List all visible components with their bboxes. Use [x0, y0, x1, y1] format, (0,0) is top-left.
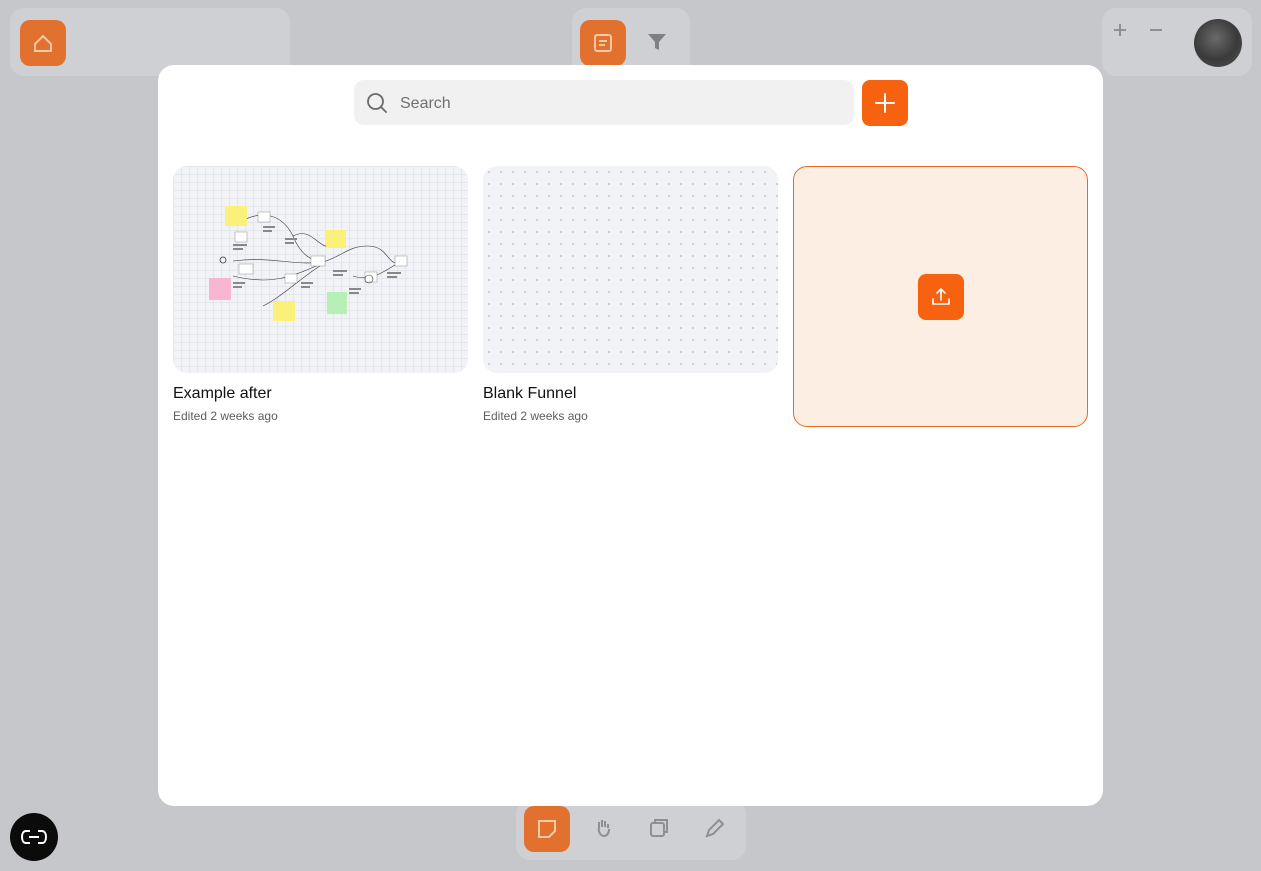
hand-icon[interactable] [592, 816, 616, 845]
sticky-note-icon[interactable] [524, 806, 570, 852]
avatar[interactable] [1194, 19, 1242, 67]
pencil-icon[interactable] [703, 816, 727, 845]
board-card-blank-funnel[interactable]: Blank Funnel Edited 2 weeks ago [483, 166, 778, 423]
board-title[interactable]: Example after [173, 385, 468, 403]
boards-modal: Example after Edited 2 weeks ago Blank F… [158, 65, 1103, 806]
plus-icon[interactable] [1112, 22, 1128, 43]
add-board-button[interactable] [862, 80, 908, 126]
board-thumbnail[interactable] [483, 166, 778, 373]
search-input[interactable] [398, 80, 842, 127]
note-icon[interactable] [580, 20, 626, 66]
search-icon [367, 93, 387, 113]
upload-icon [932, 288, 950, 305]
help-icon [20, 830, 48, 844]
home-icon[interactable] [20, 20, 66, 66]
upload-button[interactable] [918, 274, 964, 320]
funnel-icon[interactable] [645, 30, 669, 59]
plus-icon [875, 93, 895, 113]
board-title[interactable]: Blank Funnel [483, 385, 778, 403]
board-card-example-after[interactable]: Example after Edited 2 weeks ago [173, 166, 468, 423]
layers-icon[interactable] [647, 816, 671, 845]
help-button[interactable] [10, 813, 58, 861]
search-bar[interactable] [354, 80, 854, 127]
board-thumbnail[interactable] [173, 166, 468, 373]
funnel-diagram-preview [209, 206, 408, 321]
board-edited-time: Edited 2 weeks ago [173, 409, 278, 423]
upload-board-card[interactable] [793, 166, 1088, 427]
minus-icon[interactable] [1148, 22, 1164, 43]
board-edited-time: Edited 2 weeks ago [483, 409, 588, 423]
